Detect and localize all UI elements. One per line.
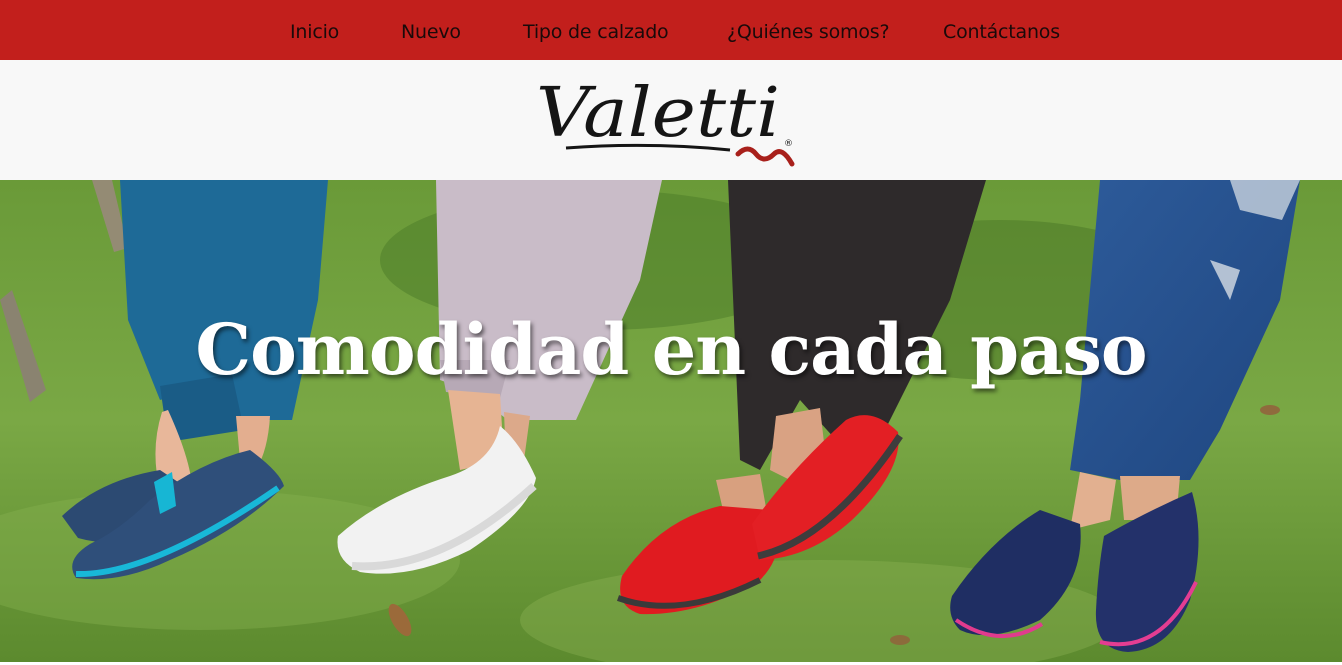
logo-band: Valetti ® <box>0 60 1342 180</box>
registered-mark: ® <box>784 139 793 149</box>
nav-link-tipo-de-calzado[interactable]: Tipo de calzado <box>523 0 669 60</box>
brand-logo[interactable]: Valetti ® <box>530 66 800 176</box>
nav-link-quienes-somos[interactable]: ¿Quiénes somos? <box>727 0 890 60</box>
nav-link-contactanos[interactable]: Contáctanos <box>943 0 1060 60</box>
nav-link-inicio[interactable]: Inicio <box>290 0 339 60</box>
hero-photo <box>0 180 1342 662</box>
brand-logo-wordmark: Valetti <box>536 74 780 153</box>
hero-title: Comodidad en cada paso <box>195 308 1147 391</box>
hero-banner: Comodidad en cada paso <box>0 180 1342 662</box>
top-navigation-bar: Inicio Nuevo Tipo de calzado ¿Quiénes so… <box>0 0 1342 60</box>
nav-link-nuevo[interactable]: Nuevo <box>401 0 461 60</box>
